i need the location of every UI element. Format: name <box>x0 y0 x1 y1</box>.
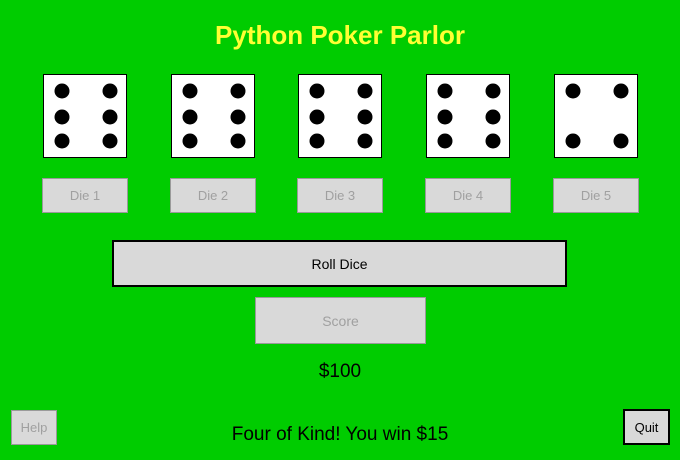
die-pips <box>54 83 118 149</box>
die-pip <box>102 83 118 99</box>
die-pip <box>437 133 453 149</box>
die-4-face <box>426 74 510 158</box>
die-pip <box>565 133 581 149</box>
die-pip <box>182 109 198 125</box>
die-pip <box>437 109 453 125</box>
die-pips <box>182 83 246 149</box>
die-3-face <box>298 74 382 158</box>
die-pips <box>437 83 501 149</box>
help-button[interactable]: Help <box>11 410 57 445</box>
die-4-button[interactable]: Die 4 <box>425 178 511 213</box>
die-pip <box>54 83 70 99</box>
die-pip <box>309 109 325 125</box>
die-pips <box>565 83 629 149</box>
die-pip <box>485 83 501 99</box>
score-button[interactable]: Score <box>255 297 426 344</box>
die-pip <box>182 83 198 99</box>
die-5-button[interactable]: Die 5 <box>553 178 639 213</box>
quit-button[interactable]: Quit <box>623 409 670 445</box>
die-pip <box>102 133 118 149</box>
die-pip <box>485 109 501 125</box>
die-1-button[interactable]: Die 1 <box>42 178 128 213</box>
die-pip <box>437 83 453 99</box>
die-pip <box>357 83 373 99</box>
die-pip <box>230 133 246 149</box>
die-pip <box>54 109 70 125</box>
die-pip <box>613 133 629 149</box>
die-pip <box>357 133 373 149</box>
die-1-face <box>43 74 127 158</box>
die-pip <box>357 109 373 125</box>
die-5-face <box>554 74 638 158</box>
die-pip <box>102 109 118 125</box>
die-pip <box>485 133 501 149</box>
die-pips <box>309 83 373 149</box>
die-pip <box>54 133 70 149</box>
die-pip <box>613 83 629 99</box>
die-3-button[interactable]: Die 3 <box>297 178 383 213</box>
die-2-face <box>171 74 255 158</box>
game-title: Python Poker Parlor <box>215 20 465 50</box>
die-pip <box>309 133 325 149</box>
roll-dice-button[interactable]: Roll Dice <box>112 240 567 287</box>
die-pip <box>309 83 325 99</box>
die-2-button[interactable]: Die 2 <box>170 178 256 213</box>
die-pip <box>565 83 581 99</box>
die-pip <box>230 83 246 99</box>
money-display: $100 <box>318 361 362 382</box>
die-pip <box>182 133 198 149</box>
die-pip <box>230 109 246 125</box>
result-message: Four of Kind! You win $15 <box>231 424 449 445</box>
